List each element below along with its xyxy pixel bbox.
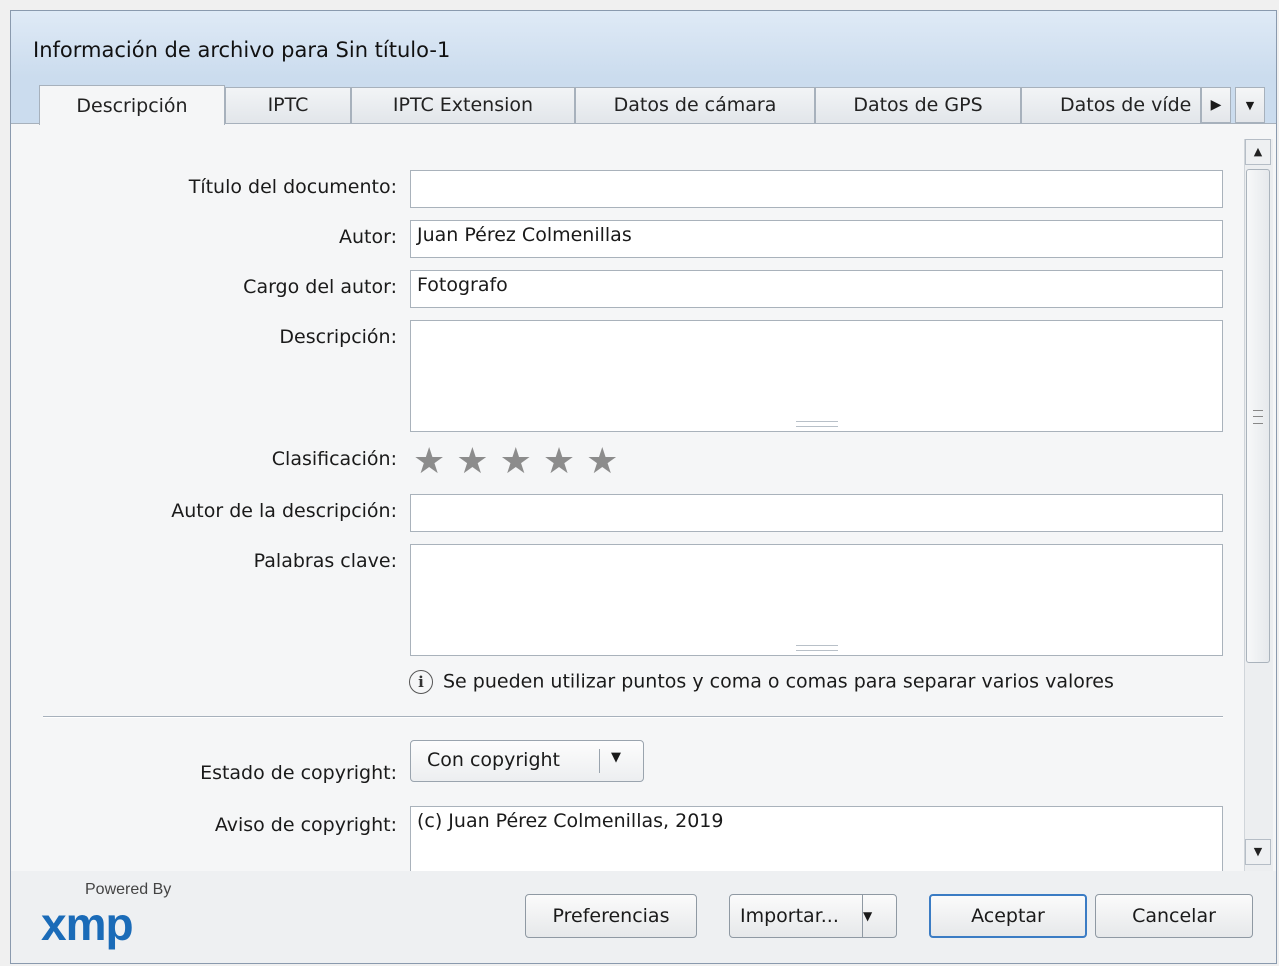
- description-panel: Título del documento: Autor: Juan Pérez …: [11, 123, 1276, 963]
- star-icon[interactable]: ★: [543, 444, 575, 480]
- grip-icon: [1253, 410, 1263, 424]
- autor-descripcion-label: Autor de la descripción:: [171, 500, 397, 522]
- autor-label: Autor:: [339, 226, 397, 248]
- vertical-scrollbar[interactable]: ▲ ▼: [1244, 139, 1273, 873]
- descripcion-textarea[interactable]: [410, 320, 1223, 432]
- titulo-input[interactable]: [410, 170, 1223, 208]
- autor-descripcion-input[interactable]: [410, 494, 1223, 532]
- preferencias-button[interactable]: Preferencias: [525, 894, 697, 938]
- resize-grip-icon[interactable]: [796, 421, 838, 427]
- tab-datos-video[interactable]: Datos de víde: [1021, 87, 1201, 123]
- hint-text: Se pueden utilizar puntos y coma o comas…: [443, 670, 1114, 693]
- tab-datos-gps[interactable]: Datos de GPS: [815, 87, 1021, 123]
- estado-copyright-label: Estado de copyright:: [200, 762, 397, 784]
- importar-split-button[interactable]: Importar... ▼: [729, 894, 897, 938]
- title-bar: Información de archivo para Sin título-1: [11, 11, 1276, 77]
- tab-strip: Descripción IPTC IPTC Extension Datos de…: [11, 77, 1276, 125]
- star-icon[interactable]: ★: [586, 444, 618, 480]
- palabras-clave-label: Palabras clave:: [253, 550, 397, 572]
- tab-descripcion[interactable]: Descripción: [39, 85, 225, 125]
- section-divider: [43, 716, 1223, 718]
- tab-iptc-extension[interactable]: IPTC Extension: [351, 87, 575, 123]
- estado-copyright-value: Con copyright: [427, 749, 560, 771]
- triangle-right-icon: ▶: [1210, 97, 1222, 113]
- tab-iptc[interactable]: IPTC: [225, 87, 351, 123]
- scroll-down-icon[interactable]: ▼: [1245, 839, 1271, 865]
- estado-copyright-select[interactable]: Con copyright ▼: [410, 740, 644, 782]
- tab-next-button[interactable]: ▶: [1201, 87, 1231, 123]
- rating-stars: ★ ★ ★ ★ ★: [413, 444, 629, 480]
- cargo-label: Cargo del autor:: [243, 276, 397, 298]
- star-icon[interactable]: ★: [413, 444, 445, 480]
- tab-menu-button[interactable]: ▼: [1235, 87, 1265, 123]
- importar-label: Importar...: [740, 905, 839, 927]
- info-icon: i: [409, 670, 433, 694]
- xmp-logo: xmp: [41, 898, 134, 950]
- triangle-down-icon: ▼: [1245, 99, 1255, 112]
- scroll-thumb[interactable]: [1246, 169, 1270, 663]
- autor-input[interactable]: Juan Pérez Colmenillas: [410, 220, 1223, 258]
- resize-grip-icon[interactable]: [796, 645, 838, 651]
- titulo-label: Título del documento:: [188, 176, 397, 198]
- descripcion-label: Descripción:: [279, 326, 397, 348]
- file-info-dialog: Información de archivo para Sin título-1…: [10, 10, 1277, 964]
- aviso-copyright-label: Aviso de copyright:: [214, 814, 397, 836]
- keywords-hint: i Se pueden utilizar puntos y coma o coma…: [409, 670, 1114, 694]
- clasificacion-label: Clasificación:: [271, 448, 397, 470]
- cancelar-button[interactable]: Cancelar: [1095, 894, 1253, 938]
- star-icon[interactable]: ★: [500, 444, 532, 480]
- chevron-down-icon[interactable]: ▼: [862, 895, 897, 937]
- aceptar-button[interactable]: Aceptar: [929, 894, 1087, 938]
- scroll-up-icon[interactable]: ▲: [1245, 139, 1271, 165]
- star-icon[interactable]: ★: [456, 444, 488, 480]
- palabras-clave-textarea[interactable]: [410, 544, 1223, 656]
- window-title: Información de archivo para Sin título-1: [33, 38, 451, 62]
- combo-separator: [599, 749, 600, 773]
- tab-datos-camara[interactable]: Datos de cámara: [575, 87, 815, 123]
- cargo-input[interactable]: Fotografo: [410, 270, 1223, 308]
- chevron-down-icon[interactable]: ▼: [611, 750, 621, 765]
